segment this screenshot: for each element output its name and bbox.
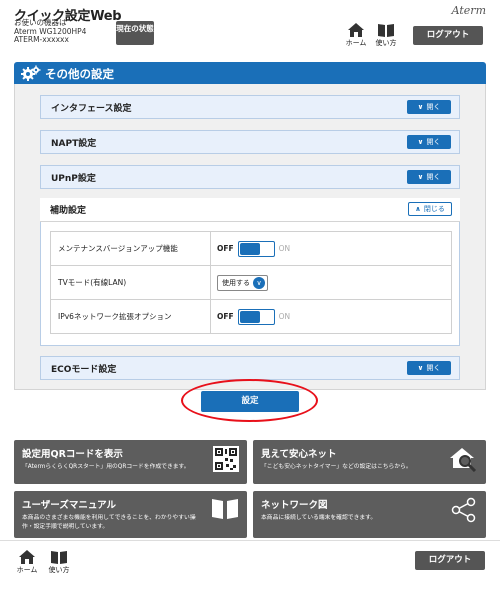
close-button-label: 閉じる [423, 205, 445, 213]
chevron-up-icon: ∧ [415, 205, 421, 213]
brand-logo: Aterm [451, 4, 486, 17]
chevron-down-icon: ∨ [417, 138, 424, 146]
toggle-knob[interactable] [239, 242, 260, 255]
help-label: 使い方 [375, 39, 397, 47]
card-title: 設定用QRコードを表示 [22, 449, 123, 460]
submit-label: 設定 [241, 396, 259, 406]
card-desc: 「AtermらくらくQRスタート」用のQRコードを作成できます。 [22, 464, 190, 470]
setting-label: TVモード(有線LAN) [50, 265, 211, 300]
gear-icon [21, 65, 41, 81]
device-id: ATERM-xxxxxx [14, 35, 69, 45]
card-desc: 「こども安心ネットタイマー」などの設定はこちらから。 [261, 464, 412, 470]
open-button[interactable]: ∨ 開く [407, 100, 451, 114]
accordion-label: ECOモード設定 [51, 365, 117, 375]
status-button-label: 現在の状態 [116, 24, 154, 33]
book-icon [378, 24, 394, 37]
open-button[interactable]: ∨ 開く [407, 170, 451, 184]
footer-help-button[interactable]: 使い方 [46, 549, 72, 575]
footer-logout-button[interactable]: ログアウト [415, 551, 485, 570]
card-title: 見えて安心ネット [261, 449, 337, 460]
toggle-off-label: OFF [217, 244, 234, 253]
page-header: クイック設定Web お使いの機器は Aterm WG1200HP4 ATERM-… [0, 0, 500, 50]
tv-mode-select[interactable]: 使用する ∨ [217, 274, 268, 291]
accordion-napt[interactable]: NAPT設定 ∨ 開く [40, 130, 460, 154]
accordion-interface[interactable]: インタフェース設定 ∨ 開く [40, 95, 460, 119]
footer-home-button[interactable]: ホーム [14, 549, 40, 575]
home-icon [19, 550, 35, 564]
accordion-eco-mode[interactable]: ECOモード設定 ∨ 開く [40, 356, 460, 380]
toggle-on-label: ON [278, 244, 291, 253]
accordion-label: NAPT設定 [51, 139, 97, 149]
select-value: 使用する [222, 278, 250, 287]
accordion-upnp[interactable]: UPnP設定 ∨ 開く [40, 165, 460, 189]
chevron-down-icon: ∨ [417, 364, 424, 372]
chevron-down-icon: ∨ [417, 173, 424, 181]
open-button[interactable]: ∨ 開く [407, 135, 451, 149]
card-title: ユーザーズマニュアル [22, 500, 117, 511]
home-button[interactable]: ホーム [343, 22, 369, 48]
open-button-label: 開く [426, 103, 441, 111]
card-mieru-anshin[interactable]: 見えて安心ネット 「こども安心ネットタイマー」などの設定はこちらから。 [253, 440, 486, 484]
card-network-map[interactable]: ネットワーク図 本商品に接続している端末を確認できます。 [253, 491, 486, 538]
aux-settings-table: メンテナンスバージョンアップ機能 OFF ON TVモード(有線LAN) 使用す… [50, 231, 452, 334]
book-icon [212, 499, 238, 519]
open-button-label: 開く [426, 364, 441, 372]
toggle-off-label: OFF [217, 312, 234, 321]
open-button-label: 開く [426, 173, 441, 181]
submit-button[interactable]: 設定 [201, 391, 299, 412]
table-row: メンテナンスバージョンアップ機能 OFF ON [50, 231, 452, 266]
help-label: 使い方 [48, 566, 70, 574]
toggle-on-label: ON [278, 312, 291, 321]
card-qr-code[interactable]: 設定用QRコードを表示 「AtermらくらくQRスタート」用のQRコードを作成で… [14, 440, 247, 484]
chevron-down-icon: ∨ [417, 103, 424, 111]
toggle-track[interactable] [237, 308, 275, 325]
toggle-track[interactable] [237, 240, 275, 257]
close-button[interactable]: ∧ 閉じる [408, 202, 452, 216]
card-desc: 本商品のさまざまな機能を利用してできることを、わかりやすい操作・設定手順で説明し… [22, 515, 196, 530]
accordion-label: インタフェース設定 [51, 104, 132, 114]
toggle-knob[interactable] [239, 310, 260, 323]
help-button[interactable]: 使い方 [373, 22, 399, 48]
setting-label: IPv6ネットワーク拡張オプション [50, 299, 211, 334]
table-row: IPv6ネットワーク拡張オプション OFF ON [50, 299, 452, 334]
card-users-manual[interactable]: ユーザーズマニュアル 本商品のさまざまな機能を利用してできることを、わかりやすい… [14, 491, 247, 538]
logout-label: ログアウト [426, 30, 470, 40]
qr-code-icon [213, 446, 239, 472]
open-button-label: 開く [426, 138, 441, 146]
accordion-label: UPnP設定 [51, 174, 96, 184]
section-title: その他の設定 [45, 67, 114, 81]
setting-label: メンテナンスバージョンアップ機能 [50, 231, 211, 266]
status-button[interactable]: 現在の状態 [116, 21, 154, 45]
accordion-label: 補助設定 [50, 206, 87, 216]
logout-label: ログアウト [428, 555, 472, 565]
home-label: ホーム [16, 566, 38, 574]
page-footer: ホーム 使い方 ログアウト [0, 540, 500, 591]
book-icon [51, 551, 67, 564]
accordion-aux[interactable]: 補助設定 ∧ 閉じる [40, 198, 460, 222]
home-label: ホーム [345, 39, 367, 47]
logout-button[interactable]: ログアウト [413, 26, 483, 45]
card-title: ネットワーク図 [261, 500, 328, 511]
ipv6-extension-toggle[interactable]: OFF ON [217, 308, 291, 325]
table-row: TVモード(有線LAN) 使用する ∨ [50, 265, 452, 300]
device-info: お使いの機器は Aterm WG1200HP4 ATERM-xxxxxx [14, 18, 86, 45]
network-share-icon [451, 497, 476, 523]
maintenance-update-toggle[interactable]: OFF ON [217, 240, 291, 257]
chevron-down-icon: ∨ [253, 276, 265, 289]
open-button[interactable]: ∨ 開く [407, 361, 451, 375]
home-icon [348, 23, 364, 37]
card-desc: 本商品に接続している端末を確認できます。 [261, 515, 377, 521]
home-search-icon [450, 448, 477, 472]
section-header: その他の設定 [14, 62, 486, 84]
